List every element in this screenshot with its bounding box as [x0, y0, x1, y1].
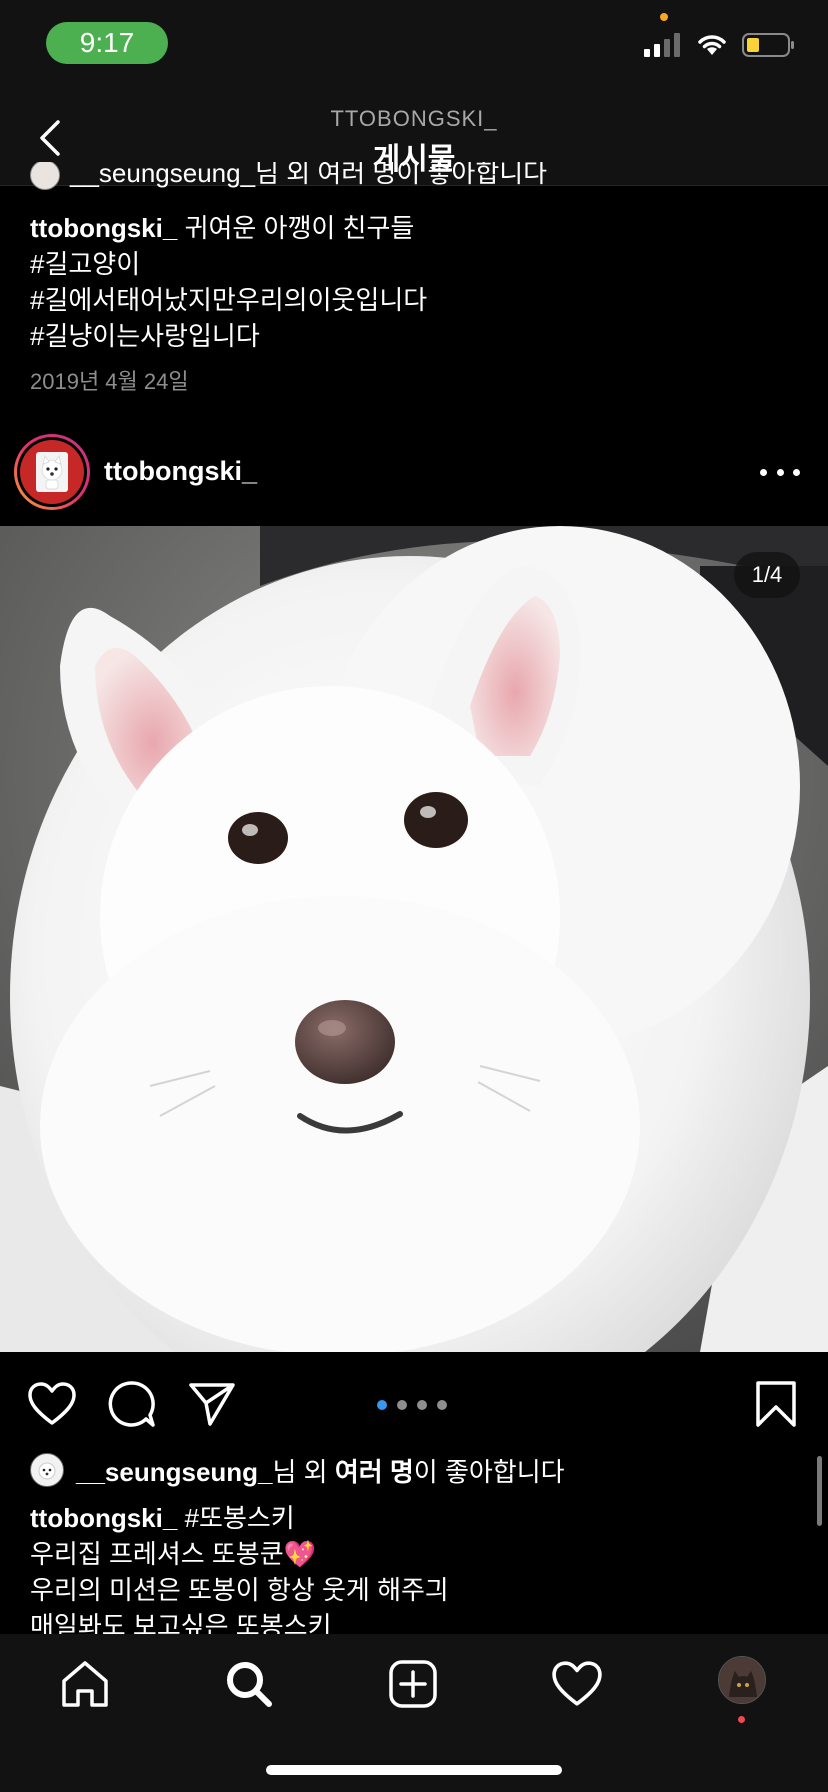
- carousel-dot: [377, 1400, 387, 1410]
- header-username: TTOBONGSKI_: [330, 106, 498, 131]
- avatar[interactable]: [14, 434, 90, 510]
- previous-caption: ttobongski_ 귀여운 아깽이 친구들: [30, 210, 414, 246]
- post-username[interactable]: ttobongski_: [104, 456, 257, 487]
- heart-icon: [28, 1382, 76, 1425]
- caption-line: 우리집 프레셔스 또봉쿤💖: [30, 1539, 317, 1569]
- likes-others[interactable]: 여러 명: [335, 1457, 414, 1487]
- hashtag[interactable]: #길고양이: [30, 246, 140, 282]
- post-date: 2019년 4월 24일: [30, 369, 189, 394]
- like-button[interactable]: [26, 1378, 78, 1430]
- dog-avatar-icon: [38, 1462, 56, 1480]
- comment-button[interactable]: [106, 1378, 158, 1430]
- status-bar: 9:17: [0, 0, 828, 90]
- likes-username[interactable]: __seungseung_: [76, 1457, 273, 1487]
- profile-icon: [719, 1657, 765, 1703]
- post-caption: ttobongski_ #또봉스키 우리집 프레셔스 또봉쿤💖 우리의 미션은 …: [30, 1500, 810, 1634]
- avatar-dog-icon: [20, 440, 84, 504]
- dog-photo: [0, 526, 828, 1352]
- previous-likes-row: __seungseung_님 외 여러 명이 좋아합니다: [30, 162, 547, 190]
- likes-suffix-text: 이 좋아합니다: [413, 1456, 565, 1487]
- status-time: 9:17: [46, 22, 168, 64]
- search-icon: [227, 1662, 272, 1707]
- avatar: [30, 162, 60, 190]
- bookmark-button[interactable]: [750, 1378, 802, 1430]
- action-bar: [0, 1352, 828, 1452]
- camera-indicator-dot: [660, 13, 668, 21]
- home-indicator[interactable]: [266, 1765, 562, 1775]
- carousel-dot: [417, 1400, 427, 1410]
- post-header: ttobongski_: [0, 430, 828, 526]
- avatar: [30, 1453, 64, 1487]
- carousel-dot: [397, 1400, 407, 1410]
- bookmark-icon: [756, 1381, 796, 1427]
- hashtag[interactable]: #길에서태어났지만우리의이웃입니다: [30, 282, 427, 318]
- more-options-button[interactable]: [760, 458, 800, 486]
- caption-username[interactable]: ttobongski_: [30, 1503, 177, 1533]
- carousel-indicator: [377, 1400, 447, 1410]
- likes-middle-text: 님 외: [272, 1456, 335, 1487]
- share-icon: [189, 1383, 235, 1426]
- battery-icon: [742, 33, 794, 57]
- dot-icon: [793, 468, 800, 476]
- image-counter-badge: 1/4: [734, 552, 800, 598]
- caption-text: 귀여운 아깽이 친구들: [184, 213, 415, 243]
- wifi-icon: [698, 35, 726, 55]
- post-image[interactable]: 1/4: [0, 526, 828, 1352]
- caption-line: 매일봐도 보고싶은 또봉스키: [30, 1611, 332, 1634]
- dot-icon: [760, 468, 767, 476]
- caption-username[interactable]: ttobongski_: [30, 213, 177, 243]
- carousel-dot: [437, 1400, 447, 1410]
- tab-search[interactable]: [219, 1654, 279, 1714]
- notification-dot: [738, 1716, 745, 1723]
- tab-home[interactable]: [55, 1654, 115, 1714]
- tab-activity[interactable]: [547, 1654, 607, 1714]
- dot-icon: [776, 468, 784, 476]
- signal-icon: [644, 33, 680, 57]
- activity-icon: [552, 1661, 602, 1706]
- scrollbar[interactable]: [817, 1456, 822, 1526]
- comment-icon: [108, 1381, 155, 1427]
- tab-new-post[interactable]: [383, 1654, 443, 1714]
- home-icon: [62, 1661, 108, 1707]
- status-icons: [644, 30, 796, 60]
- caption-line: 우리의 미션은 또봉이 항상 웃게 해주긔: [30, 1575, 449, 1605]
- add-icon: [389, 1660, 437, 1708]
- tab-profile[interactable]: [718, 1656, 766, 1704]
- hashtag[interactable]: #또봉스키: [185, 1503, 295, 1533]
- hashtag[interactable]: #길냥이는사랑입니다: [30, 318, 260, 354]
- share-button[interactable]: [186, 1378, 238, 1430]
- likes-row[interactable]: __seungseung_님 외 여러 명이 좋아합니다: [30, 1452, 565, 1488]
- previous-likes-text: __seungseung_님 외 여러 명이 좋아합니다: [70, 162, 548, 188]
